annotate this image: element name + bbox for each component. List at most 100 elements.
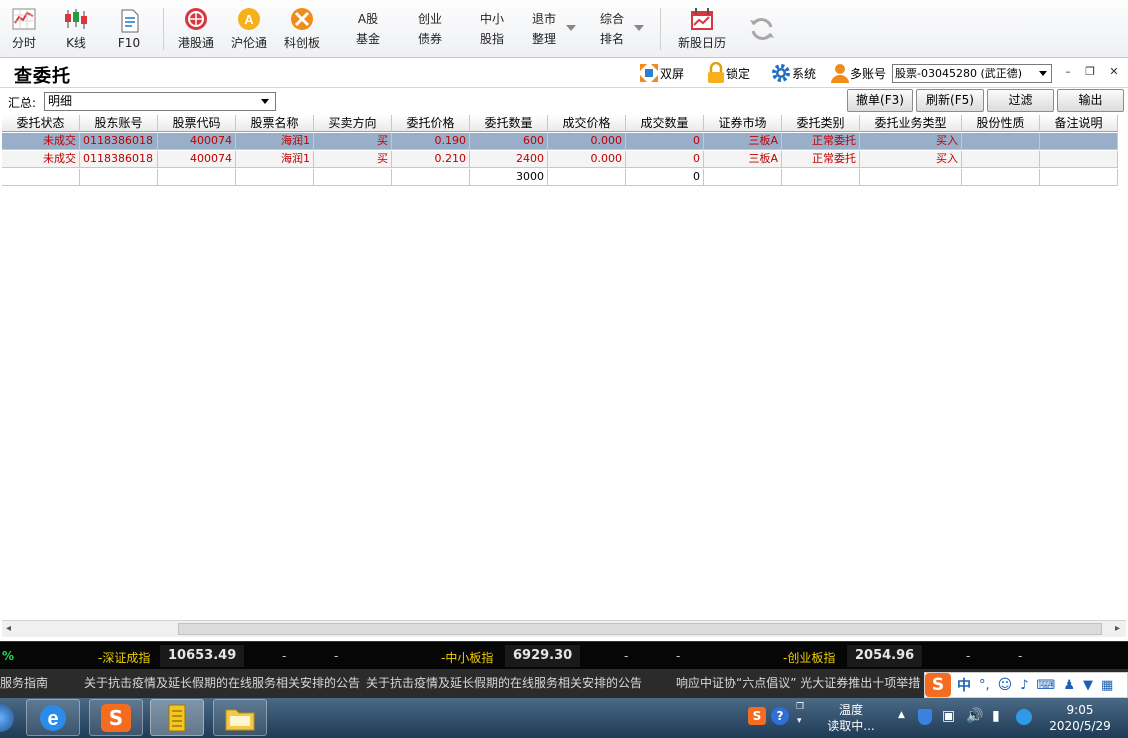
power-icon[interactable]: ▮	[992, 708, 1000, 724]
toolbar-ranking-button[interactable]: 综合 排名	[592, 0, 632, 58]
taskbar-sogou[interactable]: S	[89, 699, 143, 736]
toolbar-f10-button[interactable]: F10	[108, 0, 150, 58]
help-icon[interactable]: ?	[771, 707, 789, 725]
toolbar-fenshi-button[interactable]: 分时	[4, 0, 44, 58]
start-button[interactable]	[0, 704, 14, 732]
table-totals-row: 3000 0	[2, 169, 1118, 186]
toolbar-sme-index-button[interactable]: 中小 股指	[472, 0, 512, 58]
chevron-down-icon[interactable]: ▾	[797, 716, 802, 726]
voice-icon[interactable]: ♪	[1020, 678, 1028, 693]
total-cell	[548, 169, 626, 186]
notice-item[interactable]: 服务指南	[0, 669, 48, 698]
ticker-name[interactable]: -中小板指	[441, 649, 493, 666]
taskbar-explorer[interactable]	[213, 699, 267, 736]
chevron-down-icon	[261, 99, 269, 104]
emoji-icon[interactable]: ☺	[998, 677, 1013, 693]
skin-icon[interactable]: ▼	[1083, 678, 1093, 693]
volume-icon[interactable]: 🔊	[966, 708, 983, 724]
export-button[interactable]: 输出	[1057, 89, 1124, 112]
table-row[interactable]: 未成交 0118386018 400074 海润1 买 0.210 2400 0…	[2, 151, 1118, 168]
dual-screen-button[interactable]: 双屏	[638, 62, 684, 84]
ticker-name[interactable]: -深证成指	[98, 649, 150, 666]
total-cell	[158, 169, 236, 186]
taskbar-trading-app[interactable]	[150, 699, 204, 736]
column-header[interactable]: 证券市场	[704, 115, 782, 132]
cancel-order-button[interactable]: 撤单(F3)	[847, 89, 913, 112]
clock[interactable]: 9:05 2020/5/29	[1040, 698, 1120, 738]
punctuation-icon[interactable]: °,	[979, 678, 990, 693]
ticker-name[interactable]: -创业板指	[783, 649, 835, 666]
column-header[interactable]: 委托类别	[782, 115, 860, 132]
restore-icon[interactable]: ❐	[1082, 65, 1098, 79]
notice-item[interactable]: 关于抗击疫情及延长假期的在线服务相关安排的公告	[84, 669, 360, 698]
tray-sogou-icon[interactable]: S	[748, 707, 766, 725]
toolbar-kline-button[interactable]: K线	[56, 0, 96, 58]
scrollbar-thumb[interactable]	[178, 623, 1102, 635]
user-icon[interactable]: ♟	[1063, 678, 1075, 693]
toolbox-icon[interactable]: ▦	[1101, 678, 1113, 693]
minimize-icon[interactable]: –	[1060, 65, 1076, 79]
kline-icon	[65, 9, 87, 29]
lock-button[interactable]: 锁定	[706, 62, 750, 84]
toolbar-ipo-calendar-button[interactable]: 新股日历	[672, 0, 732, 58]
tray-up-arrow-icon[interactable]: ▲	[898, 710, 905, 720]
chevron-down-icon[interactable]	[566, 25, 576, 31]
column-header[interactable]: 委托价格	[392, 115, 470, 132]
account-select[interactable]: 股票-03045280 (武正德)	[892, 64, 1052, 83]
column-header[interactable]: 成交数量	[626, 115, 704, 132]
filter-bar: 汇总: 明细 撤单(F3) 刷新(F5) 过滤 输出	[0, 88, 1128, 114]
column-header[interactable]: 股份性质	[962, 115, 1040, 132]
tray-expand-icon[interactable]: ❐	[796, 702, 804, 712]
refresh-button[interactable]: 刷新(F5)	[916, 89, 984, 112]
keyboard-icon[interactable]: ⌨	[1037, 678, 1056, 693]
ticker-name-text: 深证成指	[102, 651, 151, 665]
column-header[interactable]: 委托数量	[470, 115, 548, 132]
scroll-left-icon[interactable]: ◂	[6, 623, 11, 634]
toolbar-label: 退市	[531, 12, 556, 26]
multi-account-button[interactable]: 多账号	[830, 62, 886, 84]
toolbar-gem-bond-button[interactable]: 创业 债券	[410, 0, 450, 58]
toolbar-hk-connect-button[interactable]: 港股通	[174, 0, 218, 58]
toolbar-separator	[163, 8, 164, 50]
column-header[interactable]: 委托业务类型	[860, 115, 962, 132]
column-header[interactable]: 成交价格	[548, 115, 626, 132]
toolbar-label: 新股日历	[677, 36, 726, 50]
globe-icon[interactable]	[1016, 709, 1032, 725]
taskbar-ie[interactable]: e	[26, 699, 80, 736]
toolbar-star-market-button[interactable]: 科创板	[280, 0, 324, 58]
system-button[interactable]: 系统	[770, 62, 816, 84]
column-header[interactable]: 委托状态	[2, 115, 80, 132]
notice-item[interactable]: 响应中证协“六点倡议” 光大证券推出十项举措	[676, 669, 920, 698]
cell-order-qty: 600	[470, 133, 548, 150]
horizontal-scrollbar[interactable]: ◂ ▸	[2, 620, 1126, 637]
column-header[interactable]: 股东账号	[80, 115, 158, 132]
sogou-logo-icon[interactable]: S	[925, 673, 951, 697]
ticker-change: -	[624, 649, 629, 663]
total-cell	[2, 169, 80, 186]
weather-widget[interactable]: 温度 读取中...	[816, 698, 886, 738]
column-header[interactable]: 买卖方向	[314, 115, 392, 132]
chevron-down-icon[interactable]	[634, 25, 644, 31]
cell-market: 三板A	[704, 133, 782, 150]
network-icon[interactable]: ▣	[942, 708, 955, 724]
summary-select[interactable]: 明细	[44, 92, 276, 111]
column-header[interactable]: 股票名称	[236, 115, 314, 132]
page-title: 查委托	[14, 66, 71, 87]
filter-button[interactable]: 过滤	[987, 89, 1054, 112]
toolbar-refresh-button[interactable]	[742, 0, 782, 58]
toolbar-sh-london-button[interactable]: A 沪伦通	[227, 0, 271, 58]
close-icon[interactable]: ✕	[1106, 65, 1122, 79]
dual-screen-label: 双屏	[660, 66, 685, 81]
ime-mode[interactable]: 中	[957, 675, 971, 695]
toolbar-delisting-button[interactable]: 退市 整理	[524, 0, 564, 58]
total-cell	[314, 169, 392, 186]
shield-icon[interactable]	[918, 709, 932, 725]
notice-item[interactable]: 关于抗击疫情及延长假期的在线服务相关安排的公告	[366, 669, 642, 698]
toolbar-ashare-fund-button[interactable]: A股 基金	[348, 0, 388, 58]
index-ticker-bar: % -深证成指 10653.49 - - -中小板指 6929.30 - - -…	[0, 641, 1128, 669]
column-header[interactable]: 股票代码	[158, 115, 236, 132]
table-row[interactable]: 未成交 0118386018 400074 海润1 买 0.190 600 0.…	[2, 133, 1118, 150]
toolbar-label: 排名	[599, 32, 624, 46]
column-header[interactable]: 备注说明	[1040, 115, 1118, 132]
scroll-right-icon[interactable]: ▸	[1115, 623, 1120, 634]
